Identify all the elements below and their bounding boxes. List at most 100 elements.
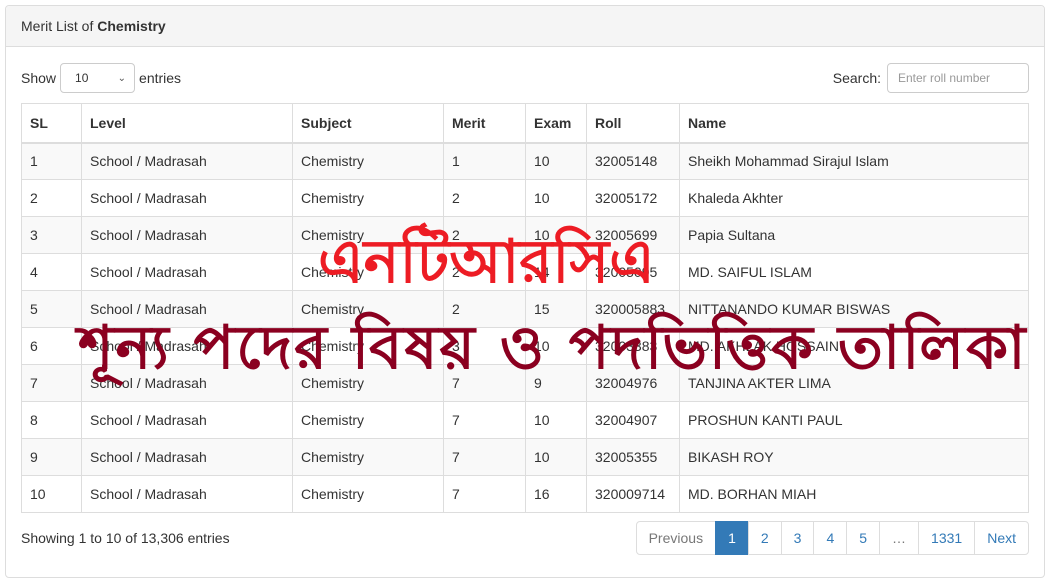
panel-heading: Merit List of Chemistry — [6, 6, 1044, 47]
cell-level: School / Madrasah — [81, 253, 293, 291]
cell-subject: Chemistry — [292, 179, 444, 217]
pagination-page-last[interactable]: 1331 — [918, 521, 976, 555]
cell-sl: 2 — [21, 179, 82, 217]
table-body: 1 School / Madrasah Chemistry 1 10 32005148 Sh… — [21, 142, 1029, 513]
cell-level: School / Madrasah — [81, 401, 293, 439]
column-header-subject[interactable]: Subject — [292, 103, 444, 144]
cell-merit: 1 — [443, 142, 526, 180]
cell-subject: Chemistry — [292, 290, 444, 328]
cell-sl: 7 — [21, 364, 82, 402]
cell-subject: Chemistry — [292, 475, 444, 513]
entries-per-page-select[interactable]: 10 ⌄ — [60, 63, 136, 93]
cell-merit: 7 — [443, 475, 526, 513]
pagination-next[interactable]: Next — [974, 521, 1029, 555]
table-row: 7 School / Madrasah Chemistry 7 9 32004976 TAN… — [21, 364, 1029, 402]
cell-merit: 3 — [443, 327, 526, 365]
merit-table: SL Level Subject Merit Exam Roll Name 1S… — [21, 103, 1029, 513]
column-header-exam[interactable]: Exam — [525, 103, 587, 144]
cell-level: School / Madrasah — [81, 216, 293, 254]
column-header-roll[interactable]: Roll — [586, 103, 680, 144]
cell-roll: 32004976 — [586, 364, 680, 402]
cell-roll: 320009714 — [586, 475, 680, 513]
cell-merit: 2 — [443, 253, 526, 291]
pagination-page-5[interactable]: 5 — [846, 521, 881, 555]
cell-merit: 7 — [443, 401, 526, 439]
entries-length-control: Show 10 ⌄ entries — [21, 62, 181, 94]
cell-sl: 10 — [21, 475, 82, 513]
merit-list-panel: Merit List of Chemistry Show 10 ⌄ entrie… — [5, 5, 1045, 578]
cell-exam: 10 — [525, 216, 587, 254]
cell-roll: 32005699 — [586, 216, 680, 254]
column-header-sl[interactable]: SL — [21, 103, 82, 144]
table-row: 6 School / Madrasah Chemistry 3 10 32003383 MD… — [21, 327, 1029, 365]
cell-merit: 2 — [443, 290, 526, 328]
cell-name: PROSHUN KANTI PAUL — [679, 401, 1029, 439]
cell-merit: 7 — [443, 438, 526, 476]
column-header-name[interactable]: Name — [679, 103, 1029, 144]
panel-title-prefix: Merit List of — [21, 18, 98, 34]
table-header-row: SL Level Subject Merit Exam Roll Name — [21, 103, 1029, 144]
cell-sl: 3 — [21, 216, 82, 254]
cell-roll: 320005883 — [586, 290, 680, 328]
cell-name: BIKASH ROY — [679, 438, 1029, 476]
cell-subject: Chemistry — [292, 438, 444, 476]
table-row: 10 School / Madrasah Chemistry 7 16 320009714… — [21, 475, 1029, 513]
cell-exam: 10 — [525, 327, 587, 365]
cell-exam: 9 — [525, 364, 587, 402]
search-input[interactable] — [887, 63, 1029, 93]
cell-roll: 32005355 — [586, 438, 680, 476]
column-header-level[interactable]: Level — [81, 103, 293, 144]
cell-level: School / Madrasah — [81, 475, 293, 513]
panel-title-subject: Chemistry — [97, 18, 166, 34]
cell-name: MD. SAIFUL ISLAM — [679, 253, 1029, 291]
pagination-ellipsis: … — [879, 521, 920, 555]
table-row: 3 School / Madrasah Chemistry 2 10 32005699 Pa… — [21, 216, 1029, 254]
entries-label: entries — [139, 70, 182, 86]
pagination-previous[interactable]: Previous — [635, 521, 717, 555]
cell-name: NITTANANDO KUMAR BISWAS — [679, 290, 1029, 328]
column-header-merit[interactable]: Merit — [443, 103, 526, 144]
cell-sl: 6 — [21, 327, 82, 365]
pagination-page-2[interactable]: 2 — [747, 521, 782, 555]
cell-name: Sheikh Mohammad Sirajul Islam — [679, 142, 1029, 180]
pagination: Previous 1 2 3 4 5 … 1331 Next — [635, 521, 1029, 555]
cell-roll: 32003383 — [586, 327, 680, 365]
cell-roll: 32005172 — [586, 179, 680, 217]
cell-exam: 10 — [525, 142, 587, 180]
table-row: 9 School / Madrasah Chemistry 7 10 32005355 BI… — [21, 438, 1029, 476]
cell-name: MD. AKHLAK HOSSAIN — [679, 327, 1029, 365]
table-controls: Show 10 ⌄ entries Search: — [21, 62, 1029, 94]
cell-exam: 14 — [525, 253, 587, 291]
table-row: 1 School / Madrasah Chemistry 1 10 32005148 Sh… — [21, 142, 1029, 180]
table-row: 8 School / Madrasah Chemistry 7 10 32004907 PR… — [21, 401, 1029, 439]
entries-per-page-value: 10 — [75, 71, 89, 85]
cell-subject: Chemistry — [292, 364, 444, 402]
cell-level: School / Madrasah — [81, 364, 293, 402]
cell-merit: 2 — [443, 179, 526, 217]
cell-roll: 32005095 — [586, 253, 680, 291]
cell-sl: 4 — [21, 253, 82, 291]
cell-name: TANJINA AKTER LIMA — [679, 364, 1029, 402]
pagination-page-1[interactable]: 1 — [715, 521, 749, 555]
table-row: 4 School / Madrasah Chemistry 2 14 32005095 MD… — [21, 253, 1029, 291]
pagination-page-4[interactable]: 4 — [813, 521, 848, 555]
cell-subject: Chemistry — [292, 142, 444, 180]
cell-exam: 10 — [525, 401, 587, 439]
cell-exam: 15 — [525, 290, 587, 328]
chevron-down-icon: ⌄ — [117, 72, 127, 84]
cell-merit: 7 — [443, 364, 526, 402]
cell-name: Papia Sultana — [679, 216, 1029, 254]
cell-level: School / Madrasah — [81, 327, 293, 365]
cell-name: Khaleda Akhter — [679, 179, 1029, 217]
table-row: 5 School / Madrasah Chemistry 2 15 320005883 N… — [21, 290, 1029, 328]
cell-exam: 10 — [525, 438, 587, 476]
cell-subject: Chemistry — [292, 401, 444, 439]
pagination-page-3[interactable]: 3 — [780, 521, 815, 555]
cell-subject: Chemistry — [292, 253, 444, 291]
cell-subject: Chemistry — [292, 216, 444, 254]
cell-name: MD. BORHAN MIAH — [679, 475, 1029, 513]
search-label: Search: — [832, 70, 881, 86]
table-row: 2 School / Madrasah Chemistry 2 10 32005172 Kh… — [21, 179, 1029, 217]
cell-merit: 2 — [443, 216, 526, 254]
cell-sl: 1 — [21, 142, 82, 180]
